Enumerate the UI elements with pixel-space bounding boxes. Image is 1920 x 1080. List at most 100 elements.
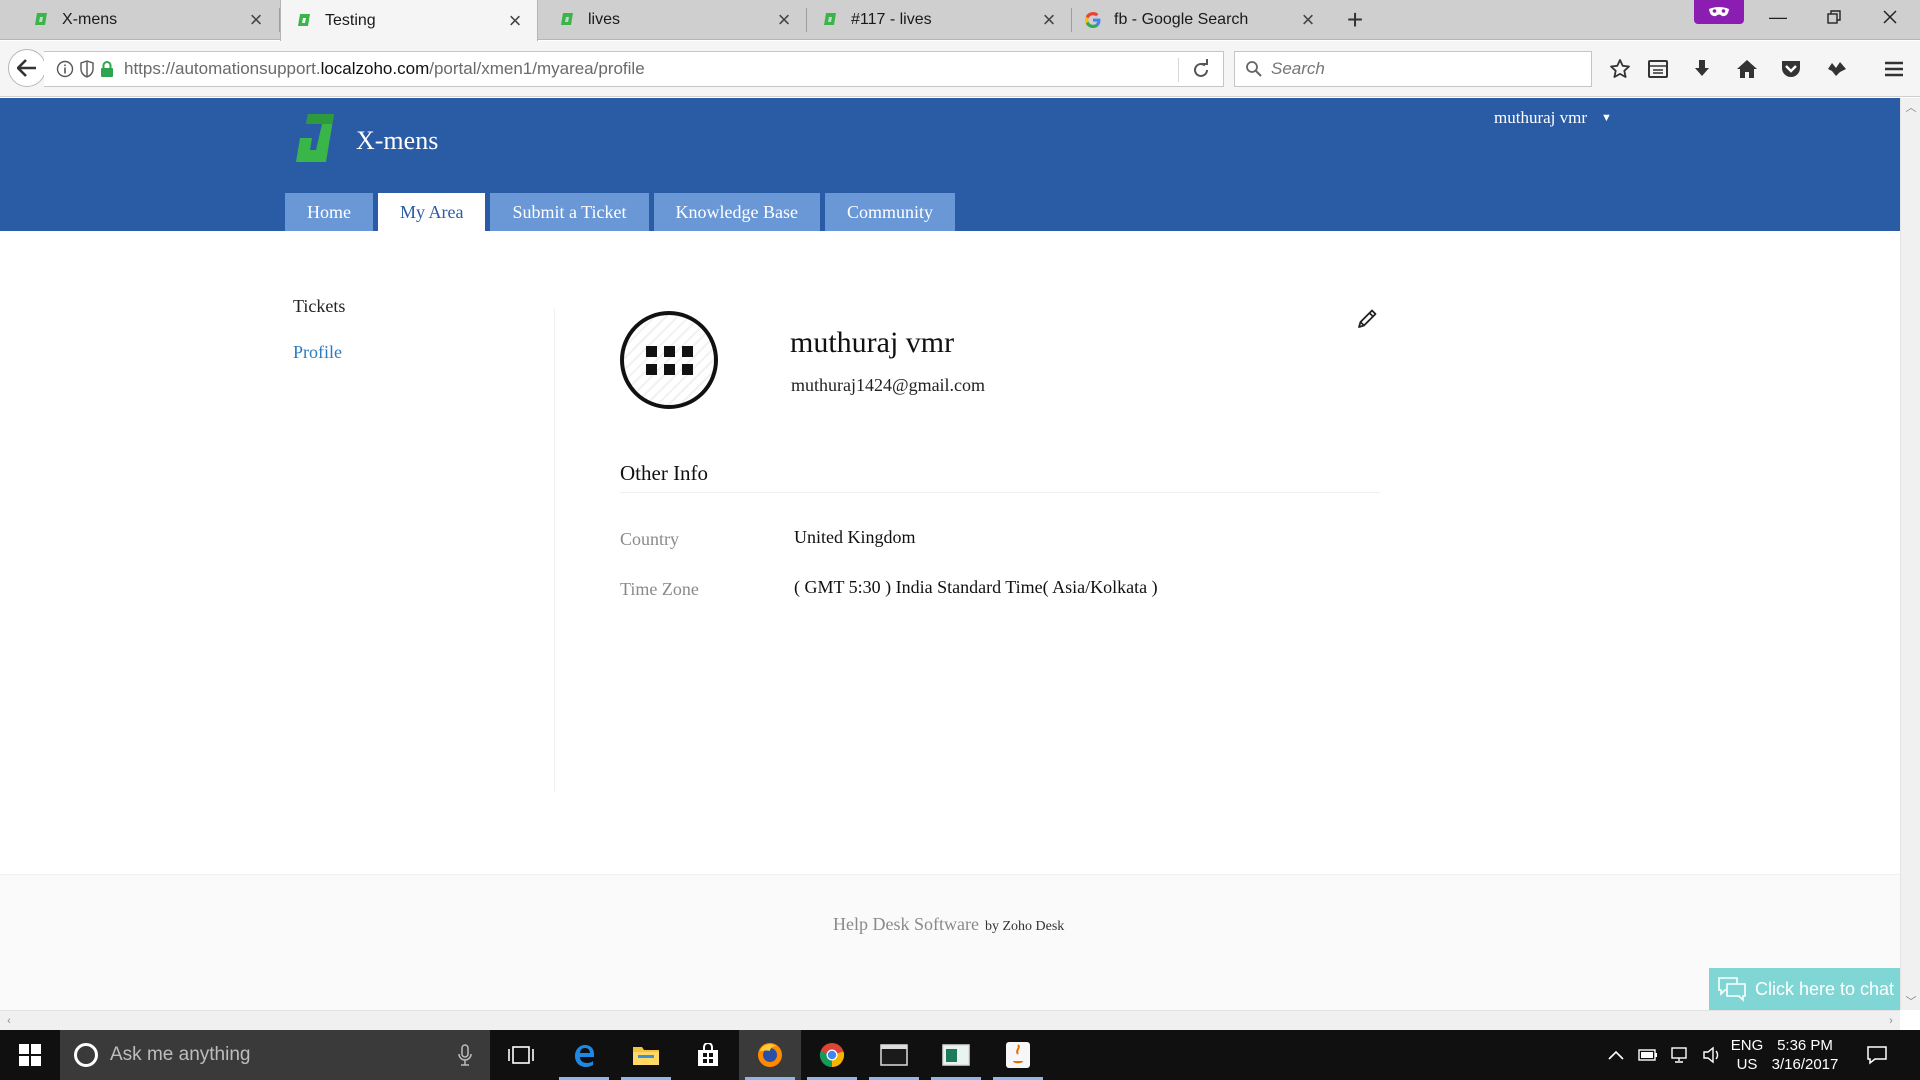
scroll-left-icon[interactable]: ‹ xyxy=(0,1011,18,1031)
action-center-button[interactable] xyxy=(1866,1030,1888,1080)
cortana-placeholder: Ask me anything xyxy=(110,1044,251,1065)
cortana-search[interactable]: Ask me anything xyxy=(60,1030,490,1080)
user-menu[interactable]: muthuraj vmr ▼ xyxy=(1494,108,1612,128)
task-view-icon xyxy=(508,1046,534,1064)
browser-tab[interactable]: X-mens × xyxy=(0,0,278,40)
tracking-shield-icon xyxy=(80,60,94,78)
minimize-button[interactable]: — xyxy=(1750,0,1806,34)
show-hidden-icons-chevron-up-icon[interactable] xyxy=(1608,1050,1624,1060)
nav-tab-my-area[interactable]: My Area xyxy=(378,193,486,231)
scroll-right-icon[interactable]: › xyxy=(1882,1011,1900,1031)
browser-nav-bar: https://automationsupport.localzoho.com/… xyxy=(0,41,1920,97)
time-zone-label: Time Zone xyxy=(620,579,699,599)
network-icon[interactable] xyxy=(1670,1046,1690,1064)
portal-logo[interactable] xyxy=(290,110,340,168)
site-identity[interactable] xyxy=(56,60,114,78)
clock[interactable]: 5:36 PM 3/16/2017 xyxy=(1760,1036,1850,1074)
footer-by-zoho[interactable]: by Zoho Desk xyxy=(985,919,1064,934)
footer-credit: Help Desk Software by Zoho Desk xyxy=(833,914,1064,935)
user-menu-name: muthuraj vmr xyxy=(1494,108,1588,127)
firefox-icon xyxy=(758,1043,782,1067)
browser-tab-active[interactable]: Testing × xyxy=(280,0,538,41)
search-bar[interactable] xyxy=(1234,51,1592,87)
vertical-scrollbar[interactable]: ︿ ﹀ xyxy=(1900,98,1920,1010)
nav-tab-knowledge-base[interactable]: Knowledge Base xyxy=(653,193,820,231)
edge-icon xyxy=(575,1045,594,1067)
back-arrow-icon xyxy=(17,59,36,77)
back-button[interactable] xyxy=(8,49,46,87)
portal-nav: Home My Area Submit a Ticket Knowledge B… xyxy=(285,193,955,231)
java-icon xyxy=(1006,1042,1030,1068)
taskbar-firefox[interactable] xyxy=(739,1030,801,1080)
browser-tab[interactable]: #117 - lives × xyxy=(807,0,1071,40)
close-icon[interactable]: × xyxy=(772,7,796,32)
clock-time: 5:36 PM xyxy=(1777,1037,1833,1054)
browser-tab[interactable]: lives × xyxy=(538,0,806,40)
country-label: Country xyxy=(620,529,680,549)
menu-icon[interactable] xyxy=(1878,53,1910,85)
close-icon[interactable]: × xyxy=(244,7,268,32)
profile-email: muthuraj1424@gmail.com xyxy=(791,375,986,395)
pocket-icon[interactable] xyxy=(1775,53,1807,85)
taskbar-file-explorer[interactable] xyxy=(615,1030,677,1080)
page-viewport: X-mens muthuraj vmr ▼ Home My Area Submi… xyxy=(0,98,1900,1010)
taskbar-app-window[interactable] xyxy=(925,1030,987,1080)
caret-down-icon: ▼ xyxy=(1601,112,1612,124)
info-icon xyxy=(56,60,74,78)
tab-title: X-mens xyxy=(62,11,118,28)
profile-name: muthuraj vmr xyxy=(790,326,955,359)
close-icon[interactable]: × xyxy=(1296,7,1320,32)
windows-logo-icon xyxy=(19,1044,41,1066)
start-button[interactable] xyxy=(0,1030,60,1080)
taskbar-store[interactable] xyxy=(677,1030,739,1080)
search-icon xyxy=(1246,61,1262,77)
battery-icon[interactable] xyxy=(1638,1049,1658,1061)
close-icon[interactable]: × xyxy=(1037,7,1061,32)
zoho-desk-icon xyxy=(32,11,50,29)
portal-brand-name[interactable]: X-mens xyxy=(356,126,438,156)
search-input[interactable] xyxy=(1271,59,1591,79)
nav-tab-community[interactable]: Community xyxy=(824,193,955,231)
close-icon[interactable]: × xyxy=(503,8,527,33)
notification-icon xyxy=(1867,1046,1887,1065)
scroll-up-icon[interactable]: ︿ xyxy=(1901,98,1920,116)
edit-profile-button[interactable] xyxy=(1354,306,1380,332)
microphone-icon[interactable] xyxy=(458,1044,472,1066)
download-icon[interactable] xyxy=(1686,53,1718,85)
bookmark-star-icon[interactable] xyxy=(1604,53,1636,85)
chrome-icon xyxy=(819,1043,845,1067)
lock-icon xyxy=(101,61,113,77)
taskbar-edge[interactable] xyxy=(553,1030,615,1080)
chat-icon xyxy=(1718,977,1746,1002)
taskbar-terminal[interactable] xyxy=(863,1030,925,1080)
avatar xyxy=(620,311,718,409)
horizontal-scrollbar[interactable]: ‹ › xyxy=(0,1010,1900,1030)
terminal-icon xyxy=(880,1044,908,1066)
browser-tab[interactable]: fb - Google Search × xyxy=(1072,0,1330,40)
new-tab-button[interactable]: + xyxy=(1340,0,1370,40)
country-value: United Kingdom xyxy=(794,527,916,547)
reload-icon[interactable] xyxy=(1189,58,1213,82)
sidebar-item-profile[interactable]: Profile xyxy=(293,329,345,375)
task-view-button[interactable] xyxy=(490,1030,552,1080)
taskbar-chrome[interactable] xyxy=(801,1030,863,1080)
nav-tab-home[interactable]: Home xyxy=(285,193,373,231)
taskbar-java[interactable] xyxy=(987,1030,1049,1080)
sidebar-divider xyxy=(554,308,555,793)
footer-link-help-desk[interactable]: Help Desk Software xyxy=(833,914,979,934)
sidebar-item-tickets[interactable]: Tickets xyxy=(293,283,345,329)
url-bar[interactable]: https://automationsupport.localzoho.com/… xyxy=(44,51,1224,87)
extension-icon[interactable] xyxy=(1821,53,1853,85)
time-zone-value: ( GMT 5:30 ) India Standard Time( Asia/K… xyxy=(794,577,1158,597)
close-window-button[interactable] xyxy=(1862,0,1918,34)
scroll-down-icon[interactable]: ﹀ xyxy=(1901,992,1920,1010)
chat-button[interactable]: Click here to chat xyxy=(1709,968,1900,1010)
reading-list-icon[interactable] xyxy=(1642,53,1674,85)
restore-button[interactable] xyxy=(1806,0,1862,34)
volume-icon[interactable] xyxy=(1702,1046,1722,1064)
home-icon[interactable] xyxy=(1731,53,1763,85)
chat-button-label: Click here to chat xyxy=(1755,978,1895,999)
application-icon xyxy=(942,1044,970,1066)
nav-tab-submit-ticket[interactable]: Submit a Ticket xyxy=(490,193,649,231)
pencil-icon xyxy=(1358,309,1377,328)
